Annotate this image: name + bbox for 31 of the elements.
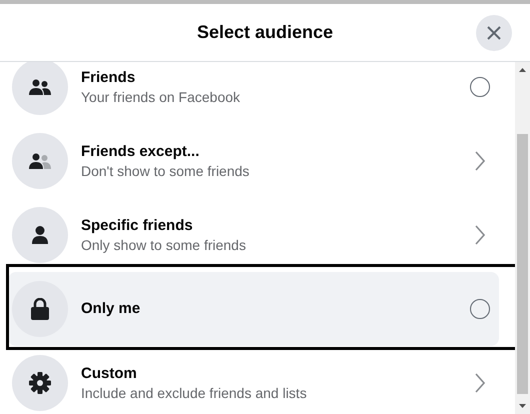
chevron-right-icon: [475, 151, 485, 171]
option-description: Include and exclude friends and lists: [81, 384, 308, 402]
option-title: Specific friends: [81, 216, 194, 236]
scroll-up-icon: [519, 68, 526, 72]
audience-option[interactable]: Only me: [8, 272, 499, 346]
audience-option[interactable]: Friends except... Don't show to some friends: [8, 124, 499, 198]
option-title: Custom: [81, 364, 138, 384]
option-description: Your friends on Facebook: [81, 88, 242, 106]
option-title: Friends: [81, 68, 136, 88]
people-icon: [29, 79, 51, 95]
chevron-right-icon: [475, 225, 485, 245]
scrollbar-thumb[interactable]: [517, 134, 528, 394]
option-description: Don't show to some friends: [81, 162, 250, 180]
option-title: Only me: [81, 299, 142, 319]
person-icon: [32, 226, 48, 244]
option-description: Only show to some friends: [81, 236, 247, 254]
lock-icon: [31, 298, 49, 320]
scrollbar[interactable]: [515, 62, 530, 414]
scroll-down-icon: [519, 404, 526, 408]
radio-button[interactable]: [470, 77, 490, 97]
chevron-right-icon: [475, 373, 485, 393]
gear-icon: [29, 372, 51, 394]
close-icon: [486, 25, 502, 41]
audience-option[interactable]: Custom Include and exclude friends and lists: [8, 346, 499, 414]
audience-option[interactable]: Specific friends Only show to some friends: [8, 198, 499, 272]
radio-button[interactable]: [470, 299, 490, 319]
option-title: Friends except...: [81, 142, 200, 162]
close-button[interactable]: [476, 15, 512, 51]
people-icon: [29, 153, 51, 169]
audience-option[interactable]: Friends Your friends on Facebook: [8, 62, 499, 124]
dialog-title: Select audience: [196, 21, 334, 44]
